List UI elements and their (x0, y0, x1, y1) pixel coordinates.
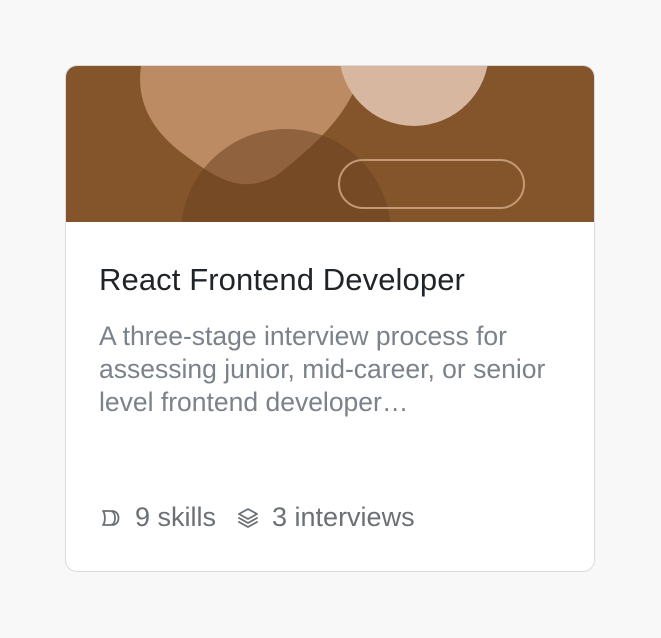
layers-icon (236, 506, 260, 530)
skills-icon (99, 506, 123, 530)
role-card[interactable]: React Frontend Developer A three-stage i… (65, 65, 595, 572)
interviews-label: 3 interviews (272, 502, 415, 532)
skills-count: 9 skills (99, 502, 216, 533)
skills-label: 9 skills (135, 502, 217, 532)
card-banner-illustration (66, 66, 594, 222)
interviews-count: 3 interviews (236, 502, 415, 533)
card-description: A three-stage interview process for asse… (99, 321, 546, 417)
card-title: React Frontend Developer (99, 262, 465, 297)
card-meta: 9 skills 3 interviews (99, 502, 415, 533)
